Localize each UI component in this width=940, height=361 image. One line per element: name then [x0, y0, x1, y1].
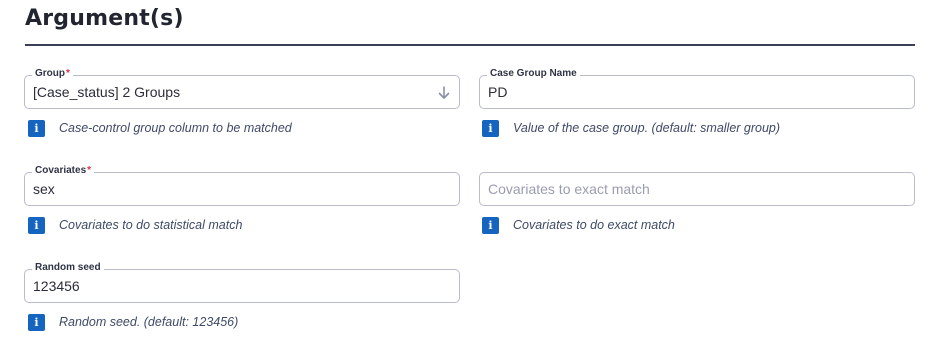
group-hint-text: Case-control group column to be matched [59, 121, 292, 135]
random-seed-label: Random seed [32, 262, 104, 274]
random-seed-value: 123456 [33, 278, 80, 294]
case-group-name-field[interactable]: Case Group Name PD [479, 68, 915, 109]
random-seed-hint: i Random seed. (default: 123456) [28, 313, 238, 331]
info-icon: i [482, 119, 499, 137]
covariates-field[interactable]: Covariates* sex [24, 165, 460, 206]
info-glyph: i [488, 121, 493, 135]
info-glyph: i [34, 121, 39, 135]
exact-match-hint-text: Covariates to do exact match [513, 218, 675, 232]
info-glyph: i [34, 218, 39, 232]
exact-match-hint: i Covariates to do exact match [482, 216, 675, 234]
exact-match-placeholder: Covariates to exact match [488, 181, 650, 197]
info-glyph: i [488, 218, 493, 232]
covariates-hint-text: Covariates to do statistical match [59, 218, 243, 232]
group-select[interactable]: Group* [Case_status] 2 Groups [24, 68, 460, 109]
info-glyph: i [34, 315, 39, 329]
group-label: Group* [32, 68, 73, 80]
case-group-name-hint: i Value of the case group. (default: sma… [482, 119, 780, 137]
random-seed-hint-text: Random seed. (default: 123456) [59, 315, 239, 329]
required-marker: * [66, 68, 70, 79]
covariates-value: sex [33, 181, 55, 197]
info-icon: i [28, 313, 45, 331]
case-group-name-hint-text: Value of the case group. (default: small… [513, 121, 781, 135]
case-group-name-value: PD [488, 84, 508, 100]
case-group-name-label: Case Group Name [487, 68, 580, 80]
group-value: [Case_status] 2 Groups [33, 84, 181, 100]
required-marker: * [87, 165, 92, 176]
info-icon: i [28, 119, 45, 137]
arrow-down-icon[interactable] [437, 85, 451, 101]
covariates-label: Covariates* [32, 165, 95, 177]
section-divider [25, 44, 915, 46]
covariates-hint: i Covariates to do statistical match [28, 216, 242, 234]
info-icon: i [482, 216, 499, 234]
random-seed-field[interactable]: Random seed 123456 [24, 262, 460, 303]
exact-match-field[interactable]: Covariates to exact match [479, 172, 915, 206]
section-title: Argument(s) [25, 6, 184, 31]
group-label-text: Group [35, 68, 65, 79]
covariates-label-text: Covariates [35, 165, 87, 176]
info-icon: i [28, 216, 45, 234]
group-hint: i Case-control group column to be matche… [28, 119, 292, 137]
